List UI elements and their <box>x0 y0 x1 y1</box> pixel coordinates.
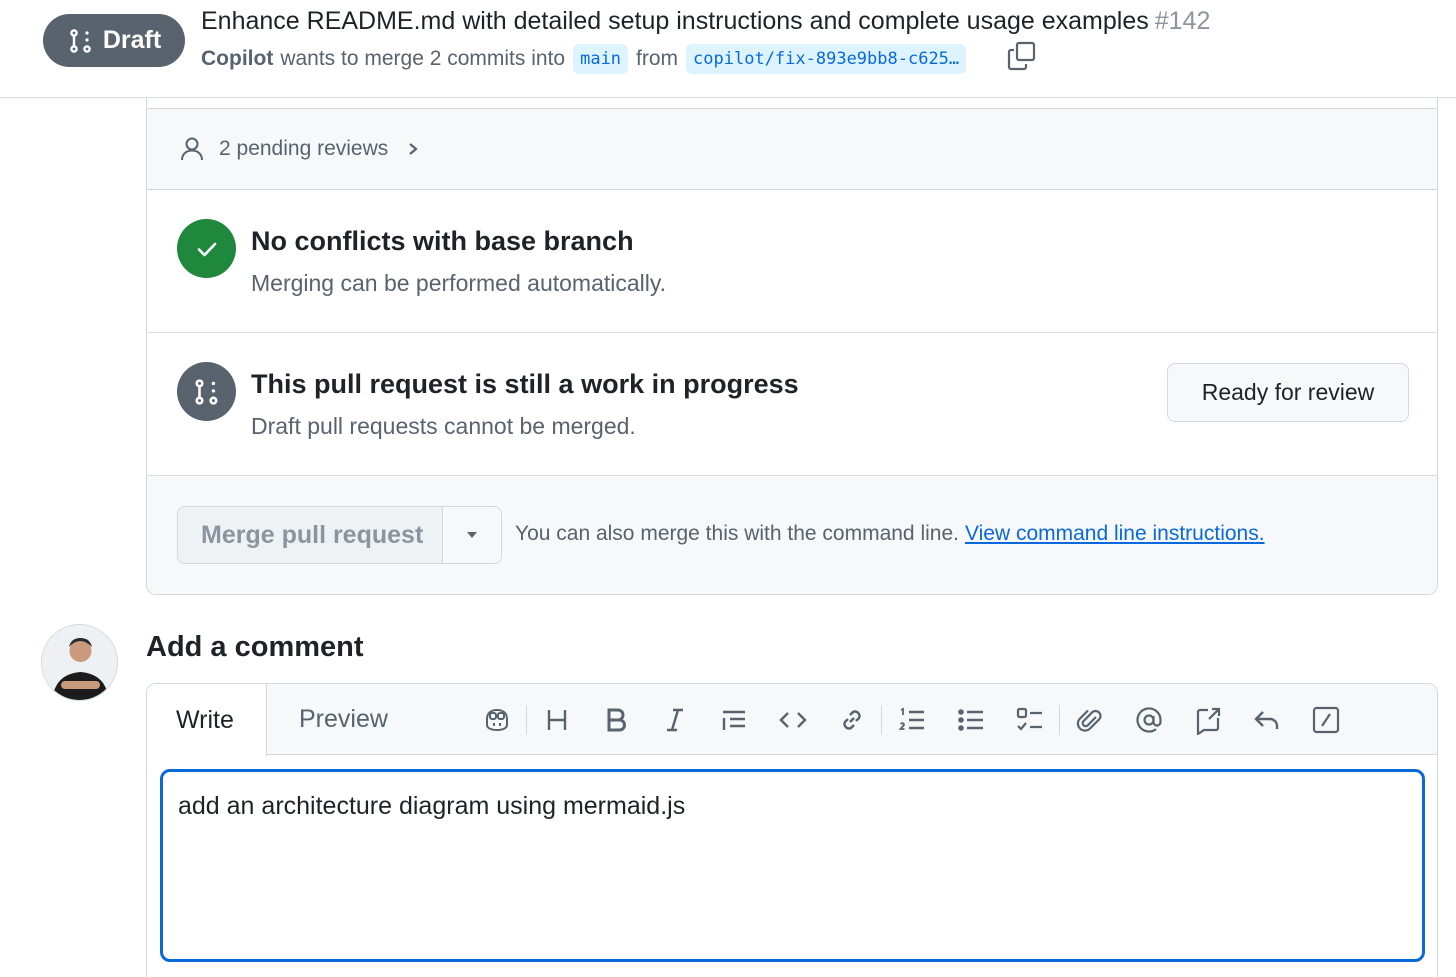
quote-button[interactable] <box>704 697 763 743</box>
ordered-list-icon <box>898 707 924 730</box>
pr-title: Enhance README.md with detailed setup in… <box>201 7 1210 36</box>
ready-for-review-button[interactable]: Ready for review <box>1167 363 1409 422</box>
ordered-list-button[interactable] <box>882 697 941 743</box>
merge-pull-request-button[interactable]: Merge pull request <box>178 507 443 563</box>
merge-options-dropdown[interactable] <box>442 507 501 563</box>
formatting-tools <box>467 684 1355 755</box>
mention-button[interactable] <box>1119 697 1178 743</box>
slash-command-button[interactable] <box>1296 697 1355 743</box>
draft-state-badge: Draft <box>43 14 185 67</box>
copilot-button[interactable] <box>467 697 526 743</box>
head-branch-label[interactable]: copilot/fix-893e9bb8-c625… <box>686 44 967 74</box>
attach-file-button[interactable] <box>1060 697 1119 743</box>
merge-box: 2 pending reviews No conflicts with base… <box>146 98 1438 595</box>
copy-branch-button[interactable] <box>1004 38 1040 74</box>
person-icon <box>181 137 203 161</box>
bold-icon <box>607 708 626 731</box>
heading-icon <box>547 709 566 730</box>
comment-editor: Write Preview add an architecture diagra… <box>146 683 1438 977</box>
wip-title: This pull request is still a work in pro… <box>251 369 799 399</box>
add-comment-heading: Add a comment <box>146 631 364 663</box>
unordered-list-button[interactable] <box>941 697 1000 743</box>
work-in-progress-section: This pull request is still a work in pro… <box>147 333 1437 476</box>
cli-instructions-link[interactable]: View command line instructions. <box>965 522 1265 545</box>
pr-subtitle: Copilot wants to merge 2 commits into ma… <box>201 43 974 75</box>
merge-button-group: Merge pull request <box>177 506 502 564</box>
heading-button[interactable] <box>527 697 586 743</box>
chevron-right-icon <box>409 143 418 155</box>
task-list-button[interactable] <box>1000 697 1059 743</box>
cli-note-text: You can also merge this with the command… <box>515 522 959 545</box>
editor-toolbar: Write Preview <box>147 684 1437 756</box>
draft-label: Draft <box>102 26 162 54</box>
pending-reviews-label: 2 pending reviews <box>219 137 389 160</box>
triangle-down-icon <box>467 532 478 538</box>
reply-icon <box>1253 710 1278 729</box>
merge-description: wants to merge 2 commits into <box>280 47 566 70</box>
code-icon <box>778 711 807 728</box>
pr-number: #142 <box>1154 7 1211 35</box>
check-icon <box>197 242 216 256</box>
quote-icon <box>722 710 745 730</box>
unordered-list-icon <box>957 708 983 731</box>
mention-icon <box>1135 706 1162 733</box>
code-button[interactable] <box>763 697 822 743</box>
git-pull-request-draft-icon <box>70 28 91 53</box>
slash-command-icon <box>1312 706 1339 733</box>
attach-icon <box>1076 709 1102 732</box>
saved-reply-button[interactable] <box>1237 697 1296 743</box>
reference-button[interactable] <box>1178 697 1237 743</box>
cli-note: You can also merge this with the command… <box>515 522 1265 546</box>
reference-icon <box>1196 707 1220 735</box>
tab-write[interactable]: Write <box>147 684 267 756</box>
pr-title-text: Enhance README.md with detailed setup in… <box>201 7 1149 35</box>
italic-icon <box>666 708 683 731</box>
pending-reviews-row[interactable]: 2 pending reviews <box>147 108 1437 190</box>
bold-button[interactable] <box>586 697 645 743</box>
draft-circle-icon <box>177 362 236 421</box>
comment-textarea[interactable]: add an architecture diagram using mermai… <box>163 772 1422 959</box>
task-list-icon <box>1016 707 1042 731</box>
copilot-icon <box>485 708 508 731</box>
git-pull-request-draft-icon <box>194 378 217 405</box>
no-conflicts-title: No conflicts with base branch <box>251 226 634 256</box>
italic-button[interactable] <box>645 697 704 743</box>
avatar[interactable] <box>41 624 118 701</box>
user-avatar-icon <box>42 625 117 700</box>
copy-icon <box>1007 41 1036 71</box>
tab-preview[interactable]: Preview <box>270 684 417 755</box>
no-conflicts-description: Merging can be performed automatically. <box>251 270 667 296</box>
link-button[interactable] <box>822 697 881 743</box>
base-branch-label[interactable]: main <box>573 44 629 74</box>
pr-author-link[interactable]: Copilot <box>201 47 273 71</box>
comment-input-wrapper: add an architecture diagram using mermai… <box>160 769 1425 962</box>
check-circle-icon <box>177 219 236 278</box>
no-conflicts-section: No conflicts with base branch Merging ca… <box>147 190 1437 333</box>
link-icon <box>842 709 861 730</box>
merge-actions-row: Merge pull request You can also merge th… <box>147 476 1437 594</box>
from-label: from <box>636 47 679 70</box>
wip-description: Draft pull requests cannot be merged. <box>251 413 636 439</box>
pr-header: Draft Enhance README.md with detailed se… <box>0 0 1456 98</box>
